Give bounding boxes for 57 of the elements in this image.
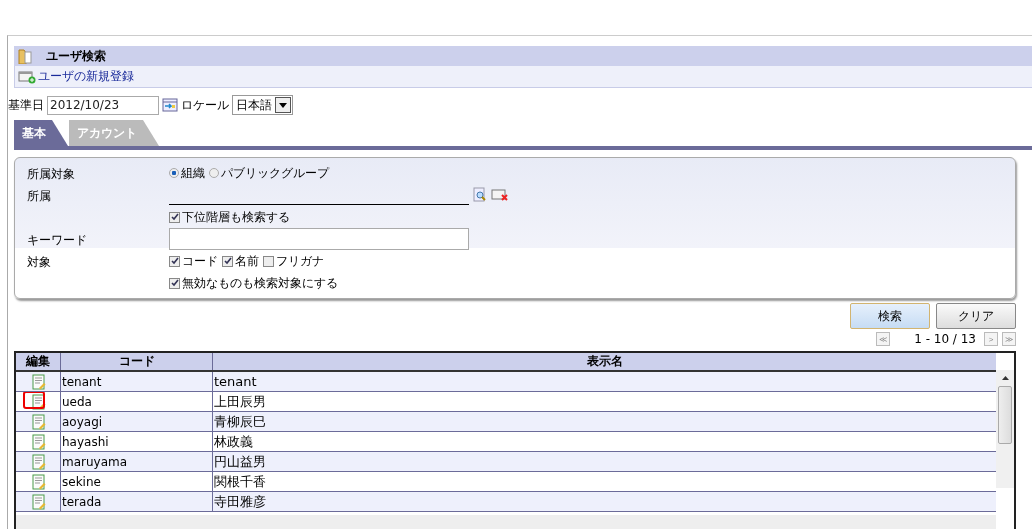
field-label: 所属対象 [27, 166, 76, 183]
column-header: 編集 [24, 353, 51, 370]
search-button[interactable]: 検索 [850, 303, 930, 329]
table-cell: 寺田雅彦 [212, 492, 996, 511]
checkbox[interactable] [169, 211, 180, 223]
folder-icon [18, 48, 32, 64]
radio-button[interactable] [169, 168, 179, 178]
date-field[interactable]: 2012/10/23 [47, 95, 159, 115]
checkbox-option[interactable]: 名前 [222, 252, 259, 270]
edit-document-icon[interactable] [31, 493, 46, 510]
new-user-link[interactable]: ユーザの新規登録 [38, 68, 134, 85]
clear-button[interactable]: クリア [936, 303, 1016, 329]
table-cell: ueda [60, 392, 212, 411]
checkbox[interactable] [263, 255, 274, 267]
table-cell: tenant [60, 372, 212, 391]
checkbox[interactable] [169, 277, 180, 289]
field-label: キーワード [27, 232, 88, 249]
page-range: 1 - 10 / 13 [914, 332, 976, 346]
horizontal-scrollbar[interactable] [16, 515, 996, 529]
radio-option[interactable]: パブリックグループ [209, 164, 329, 182]
field-label: 所属 [27, 188, 52, 205]
field-label: 対象 [27, 254, 52, 271]
keyword-field[interactable] [169, 228, 469, 250]
dropdown-arrow-icon [279, 102, 287, 108]
checkbox-option[interactable]: フリガナ [263, 252, 324, 270]
table-cell: sekine [60, 472, 212, 491]
radio-option[interactable]: 組織 [169, 164, 205, 182]
edit-document-icon[interactable] [31, 473, 46, 490]
locale-label: ロケール [181, 96, 229, 114]
page-title: ユーザ検索 [46, 47, 106, 65]
column-header: 表示名 [212, 353, 996, 370]
scroll-up-icon[interactable] [1001, 376, 1009, 380]
table-cell: aoyagi [60, 412, 212, 431]
clear-icon[interactable] [491, 188, 509, 202]
checkbox-option[interactable]: コード [169, 252, 218, 270]
search-icon[interactable] [473, 187, 487, 203]
table-cell: terada [60, 492, 212, 511]
column-header: コード [60, 353, 212, 370]
radio-button[interactable] [209, 168, 219, 178]
edit-document-icon[interactable] [31, 373, 46, 390]
table-cell: hayashi [60, 432, 212, 451]
edit-document-icon[interactable] [31, 393, 46, 410]
edit-document-icon[interactable] [31, 453, 46, 470]
edit-document-icon[interactable] [31, 433, 46, 450]
calendar-icon[interactable] [162, 98, 178, 112]
add-window-icon [18, 69, 36, 84]
locale-select[interactable]: 日本語 [232, 95, 293, 115]
last-page-button[interactable]: ≫ [1002, 332, 1016, 346]
tab[interactable]: 基本 [14, 120, 68, 146]
date-label: 基準日 [8, 96, 44, 114]
edit-document-icon[interactable] [31, 413, 46, 430]
checkbox[interactable] [222, 255, 233, 267]
vertical-scrollbar[interactable] [996, 370, 1014, 488]
checkbox-option[interactable]: 無効なものも検索対象にする [169, 274, 1015, 292]
checkbox[interactable] [169, 255, 180, 267]
checkbox-option[interactable]: 下位階層も検索する [169, 208, 1015, 226]
table-cell: maruyama [60, 452, 212, 471]
